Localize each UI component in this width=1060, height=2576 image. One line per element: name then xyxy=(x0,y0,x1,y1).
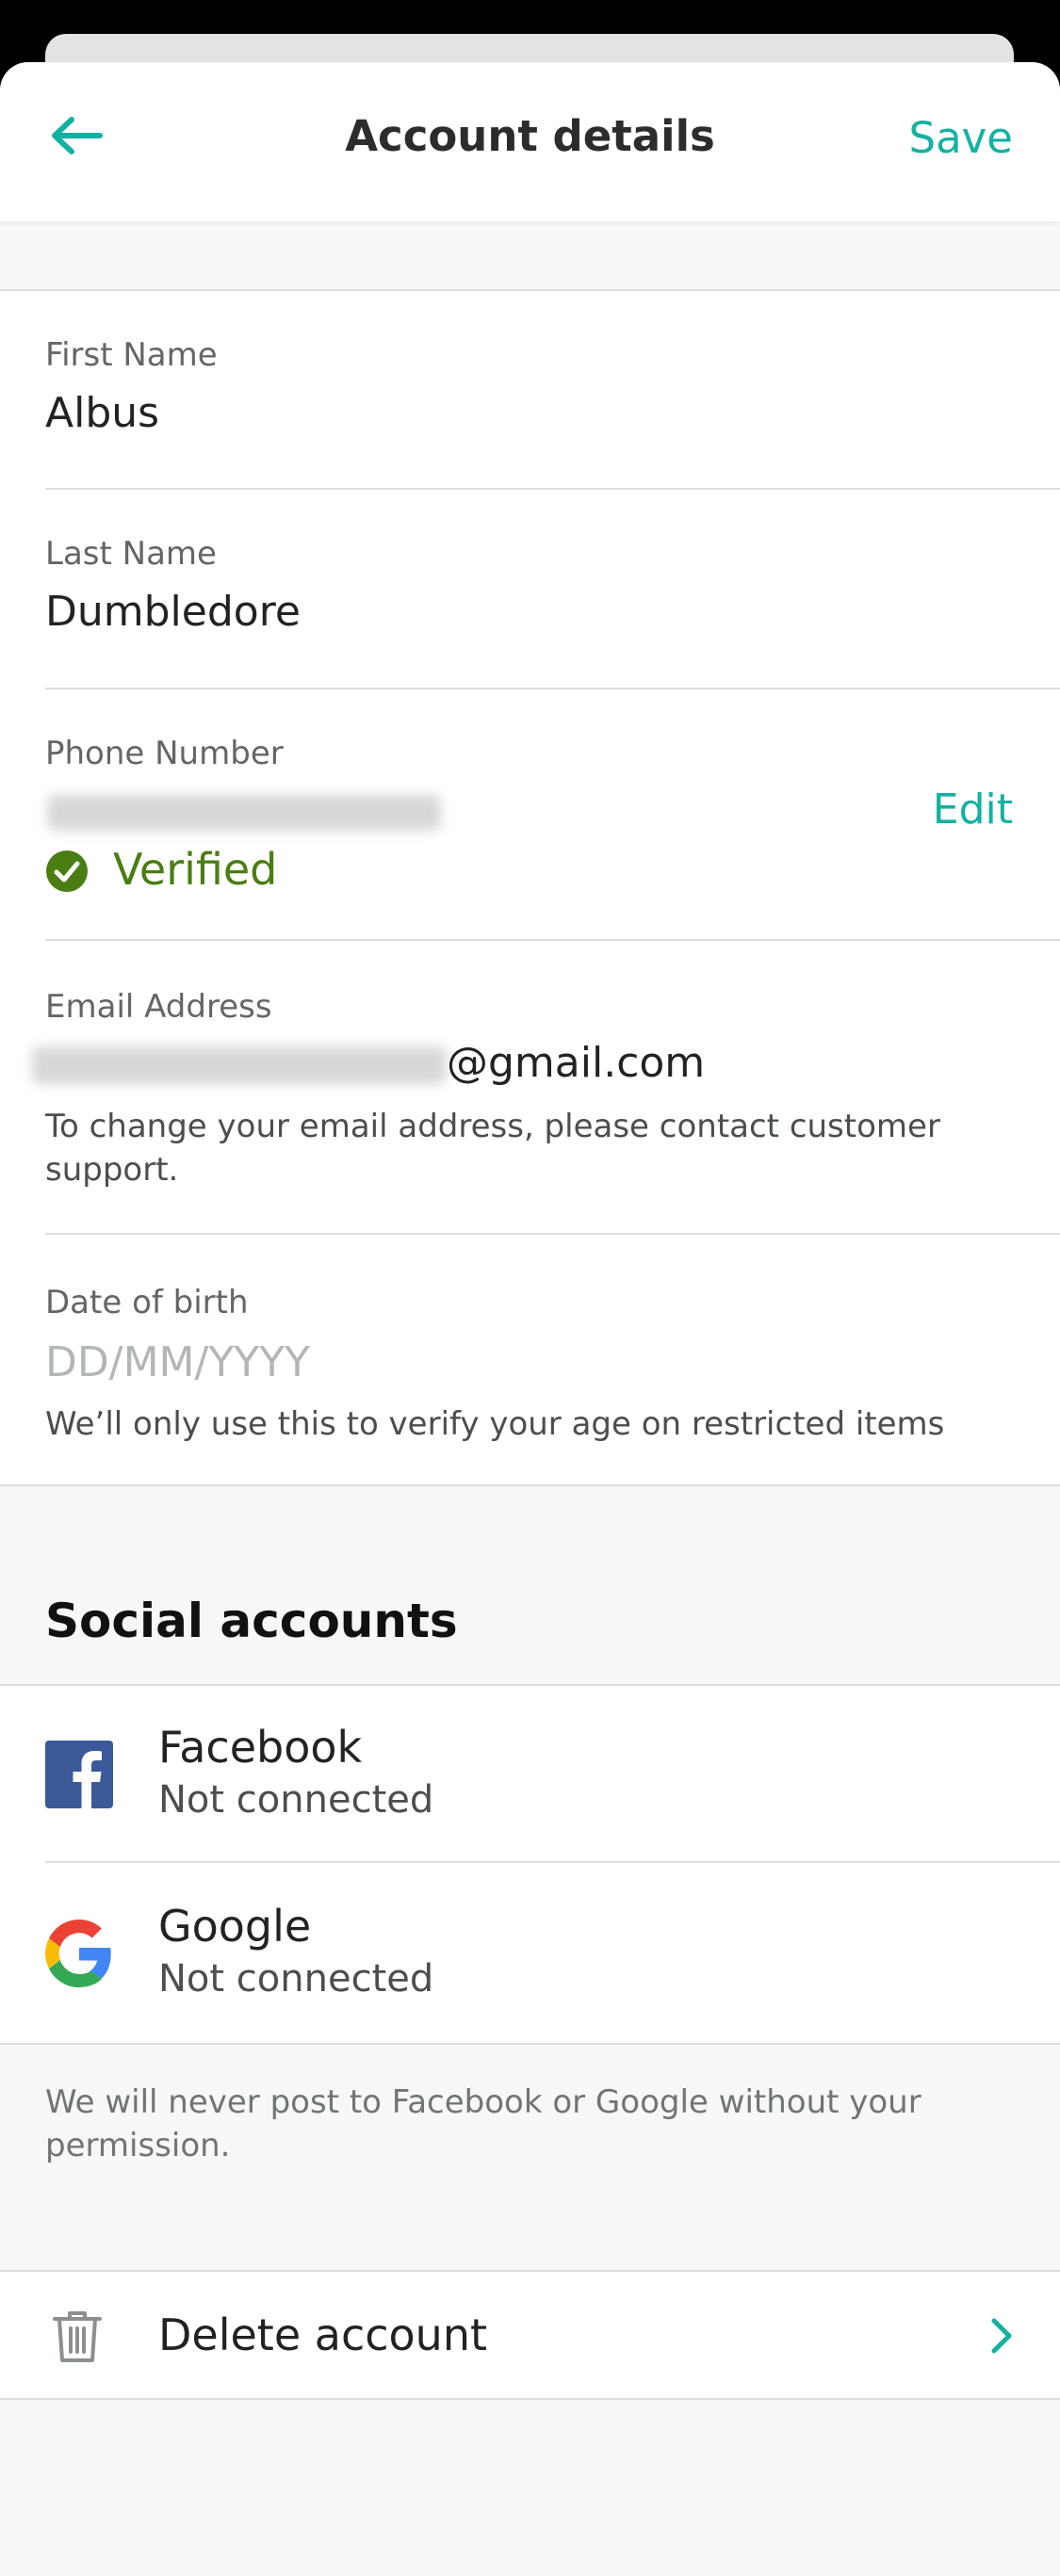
facebook-status: Not connected xyxy=(158,1778,434,1822)
date-of-birth-field[interactable]: Date of birth DD/MM/YYYY We’ll only use … xyxy=(45,1235,1060,1482)
facebook-icon xyxy=(45,1741,113,1808)
google-name: Google xyxy=(158,1901,312,1952)
social-item-google[interactable]: Google Not connected xyxy=(0,1865,1060,2042)
delete-account-button[interactable]: Delete account xyxy=(0,2270,1060,2400)
row-divider xyxy=(45,1861,1060,1863)
account-form: First Name Albus Last Name Dumbledore Ph… xyxy=(0,289,1060,1486)
trash-icon xyxy=(53,2311,102,2362)
social-accounts-heading: Social accounts xyxy=(45,1594,458,1648)
email-help-text: To change your email address, please con… xyxy=(45,1108,940,1189)
page-title: Account details xyxy=(345,111,715,161)
facebook-name: Facebook xyxy=(158,1722,363,1773)
first-name-label: First Name xyxy=(45,336,218,374)
last-name-value[interactable]: Dumbledore xyxy=(45,588,301,636)
email-address-label: Email Address xyxy=(45,988,272,1026)
verified-check-icon xyxy=(46,851,88,892)
email-redacted xyxy=(32,1046,447,1084)
google-status: Not connected xyxy=(158,1957,434,2001)
google-icon xyxy=(45,1920,111,1987)
first-name-value[interactable]: Albus xyxy=(45,389,159,437)
account-details-screen: Account details Save First Name Albus La… xyxy=(0,62,1060,2576)
phone-number-redacted xyxy=(47,795,441,831)
social-accounts-list: Facebook Not connected Google Not connec… xyxy=(0,1684,1060,2045)
email-address-field: Email Address @gmail.com To change your … xyxy=(32,941,1060,1235)
phone-number-label: Phone Number xyxy=(45,735,284,772)
date-of-birth-label: Date of birth xyxy=(45,1284,249,1321)
chevron-right-icon xyxy=(991,2318,1012,2354)
date-of-birth-help-text: We’ll only use this to verify your age o… xyxy=(45,1405,945,1443)
verified-status: Verified xyxy=(113,844,278,895)
delete-account-label: Delete account xyxy=(158,2309,488,2360)
edit-phone-button[interactable]: Edit xyxy=(933,786,1013,834)
phone-number-field: Phone Number Edit Verified xyxy=(45,689,1060,941)
email-domain: @gmail.com xyxy=(447,1039,706,1087)
social-item-facebook[interactable]: Facebook Not connected xyxy=(0,1686,1060,1863)
last-name-label: Last Name xyxy=(45,535,217,573)
social-privacy-note: We will never post to Facebook or Google… xyxy=(45,2083,921,2164)
date-of-birth-input[interactable]: DD/MM/YYYY xyxy=(45,1338,310,1386)
save-button[interactable]: Save xyxy=(909,113,1013,163)
top-bar: Account details Save xyxy=(0,62,1060,221)
last-name-field[interactable]: Last Name Dumbledore xyxy=(45,490,1060,689)
first-name-field[interactable]: First Name Albus xyxy=(45,291,1060,490)
